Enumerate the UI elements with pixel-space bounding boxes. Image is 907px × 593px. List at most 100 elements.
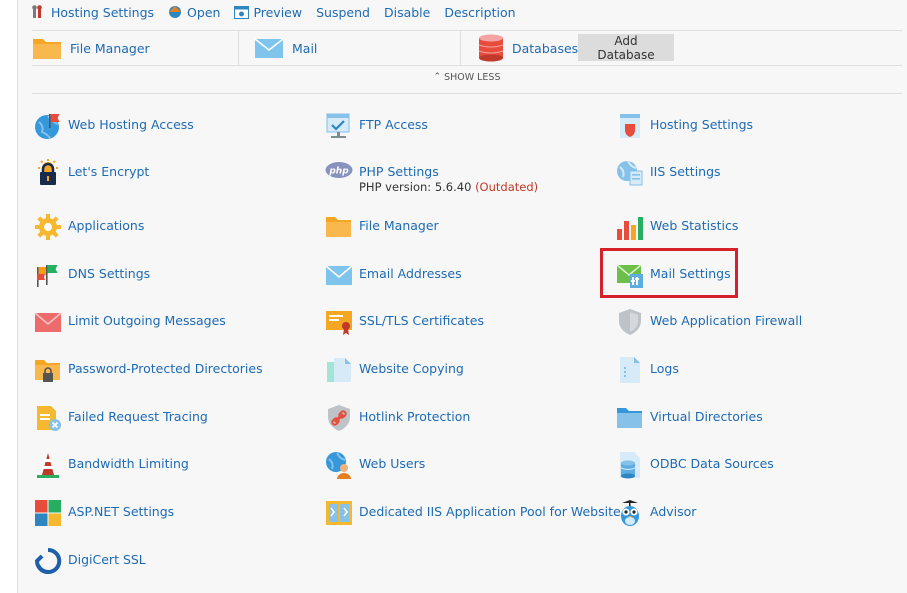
tool-applications[interactable]: Applications: [34, 213, 144, 241]
suspend-label: Suspend: [316, 4, 370, 20]
tool-label: Limit Outgoing Messages: [68, 313, 226, 328]
tool-label: FTP Access: [359, 117, 428, 132]
tool-label: Advisor: [650, 504, 697, 519]
envelope-icon: [325, 265, 353, 285]
tool-label: DigiCert SSL: [68, 552, 146, 567]
tool-lets-encrypt[interactable]: Let's Encrypt: [34, 159, 149, 187]
suspend-link[interactable]: Suspend: [316, 5, 370, 20]
service-file-manager[interactable]: File Manager: [32, 31, 150, 65]
preview-link[interactable]: Preview: [234, 5, 302, 20]
tool-password-protected-directories[interactable]: Password-Protected Directories: [34, 356, 263, 384]
svg-text:php: php: [328, 167, 349, 177]
divider: [460, 31, 461, 65]
tool-mail-settings[interactable]: Mail Settings: [616, 261, 731, 289]
logs-icon: [620, 357, 640, 383]
failed-request-icon: [37, 406, 61, 431]
tool-iis-settings[interactable]: IIS Settings: [616, 159, 721, 187]
tool-failed-request-tracing[interactable]: Failed Request Tracing: [34, 404, 208, 432]
tool-ssl-tls-certificates[interactable]: SSL/TLS Certificates: [325, 308, 484, 336]
tool-label: Password-Protected Directories: [68, 361, 263, 376]
tool-label: Web Users: [359, 456, 426, 471]
hosting-doc-icon: [620, 114, 640, 138]
service-mail[interactable]: Mail: [254, 31, 317, 65]
chevron-up-icon: ⌃: [433, 72, 442, 82]
odbc-icon: [620, 452, 640, 479]
folder-lock-icon: [35, 360, 60, 382]
tool-hotlink-protection[interactable]: Hotlink Protection: [325, 404, 470, 432]
advisor-owl-icon: [621, 500, 639, 526]
tool-ftp-access[interactable]: FTP Access: [325, 112, 428, 140]
tool-dedicated-iis-app-pool[interactable]: Dedicated IIS Application Pool for Websi…: [325, 499, 621, 527]
tool-web-application-firewall[interactable]: Web Application Firewall: [616, 308, 802, 336]
stats-icon: [617, 217, 643, 240]
tool-web-users[interactable]: Web Users: [325, 451, 425, 479]
tool-aspnet-settings[interactable]: ASP.NET Settings: [34, 499, 174, 527]
tool-digicert-ssl[interactable]: DigiCert SSL: [34, 547, 146, 575]
app-pool-icon: [326, 501, 352, 525]
show-less-toggle[interactable]: ⌃ SHOW LESS: [32, 72, 902, 94]
dns-flags-icon: [37, 265, 58, 287]
tool-label: SSL/TLS Certificates: [359, 313, 484, 328]
tool-label: Web Application Firewall: [650, 313, 803, 328]
tool-odbc-data-sources[interactable]: ODBC Data Sources: [616, 451, 774, 479]
tool-web-statistics[interactable]: Web Statistics: [616, 213, 738, 241]
tool-label: Web Statistics: [650, 218, 739, 233]
envelope-icon: [254, 38, 284, 58]
hosting-settings-link[interactable]: Hosting Settings: [32, 5, 154, 20]
service-databases[interactable]: Databases: [478, 31, 578, 65]
iis-icon: [617, 160, 643, 186]
tool-label: ASP.NET Settings: [68, 504, 175, 519]
php-icon: php: [325, 162, 353, 178]
action-bar: Hosting Settings Open Preview Suspend Di…: [32, 3, 516, 21]
tool-label: Logs: [650, 361, 679, 376]
tool-label: Email Addresses: [359, 266, 462, 281]
tool-label: Let's Encrypt: [68, 164, 150, 179]
tool-file-manager[interactable]: File Manager: [325, 213, 439, 241]
folder-icon: [33, 39, 61, 59]
folder-icon: [326, 217, 351, 237]
description-link[interactable]: Description: [444, 5, 515, 20]
virtual-dir-icon: [617, 408, 642, 428]
open-label: Open: [187, 4, 221, 20]
tool-label: Applications: [68, 218, 145, 233]
digicert-icon: [34, 547, 62, 574]
tool-website-copying[interactable]: Website Copying: [325, 356, 464, 384]
gear-icon: [35, 214, 61, 240]
tool-label: Website Copying: [359, 361, 464, 376]
hosting-settings-label: Hosting Settings: [51, 4, 155, 20]
tool-php-settings[interactable]: php PHP Settings PHP version: 5.6.40 (Ou…: [325, 159, 538, 194]
disable-link[interactable]: Disable: [384, 5, 430, 20]
tool-label: PHP Settings: [359, 164, 439, 179]
envelope-red-icon: [34, 312, 62, 332]
tool-virtual-directories[interactable]: Virtual Directories: [616, 404, 763, 432]
services-row: File Manager Mail Databases Add Database: [32, 30, 902, 66]
tool-label: ODBC Data Sources: [650, 456, 774, 471]
tool-label: Virtual Directories: [650, 409, 763, 424]
tool-label: File Manager: [359, 218, 439, 233]
service-file-manager-label: File Manager: [70, 40, 150, 56]
ftp-icon: [326, 113, 350, 138]
service-databases-label: Databases: [512, 40, 579, 56]
open-link[interactable]: Open: [168, 5, 220, 20]
tool-logs[interactable]: Logs: [616, 356, 679, 384]
add-database-button[interactable]: Add Database: [578, 34, 674, 62]
web-users-icon: [326, 452, 351, 479]
tool-advisor[interactable]: Advisor: [616, 499, 696, 527]
tool-bandwidth-limiting[interactable]: Bandwidth Limiting: [34, 451, 189, 479]
divider: [238, 31, 239, 65]
tool-label: Web Hosting Access: [68, 117, 194, 132]
tool-web-hosting-access[interactable]: Web Hosting Access: [34, 112, 194, 140]
bandwidth-icon: [37, 453, 59, 478]
tool-label: Hotlink Protection: [359, 409, 471, 424]
description-label: Description: [444, 4, 516, 20]
tool-email-addresses[interactable]: Email Addresses: [325, 261, 462, 289]
tool-limit-outgoing-messages[interactable]: Limit Outgoing Messages: [34, 308, 226, 336]
disable-label: Disable: [383, 4, 431, 20]
hosting-settings-icon: [32, 5, 42, 18]
tool-label: Hosting Settings: [650, 117, 754, 132]
tool-label: Failed Request Tracing: [68, 409, 208, 424]
tool-dns-settings[interactable]: DNS Settings: [34, 261, 150, 289]
tool-hosting-settings[interactable]: Hosting Settings: [616, 112, 753, 140]
open-icon: [169, 6, 182, 18]
show-less-label: SHOW LESS: [444, 72, 501, 83]
